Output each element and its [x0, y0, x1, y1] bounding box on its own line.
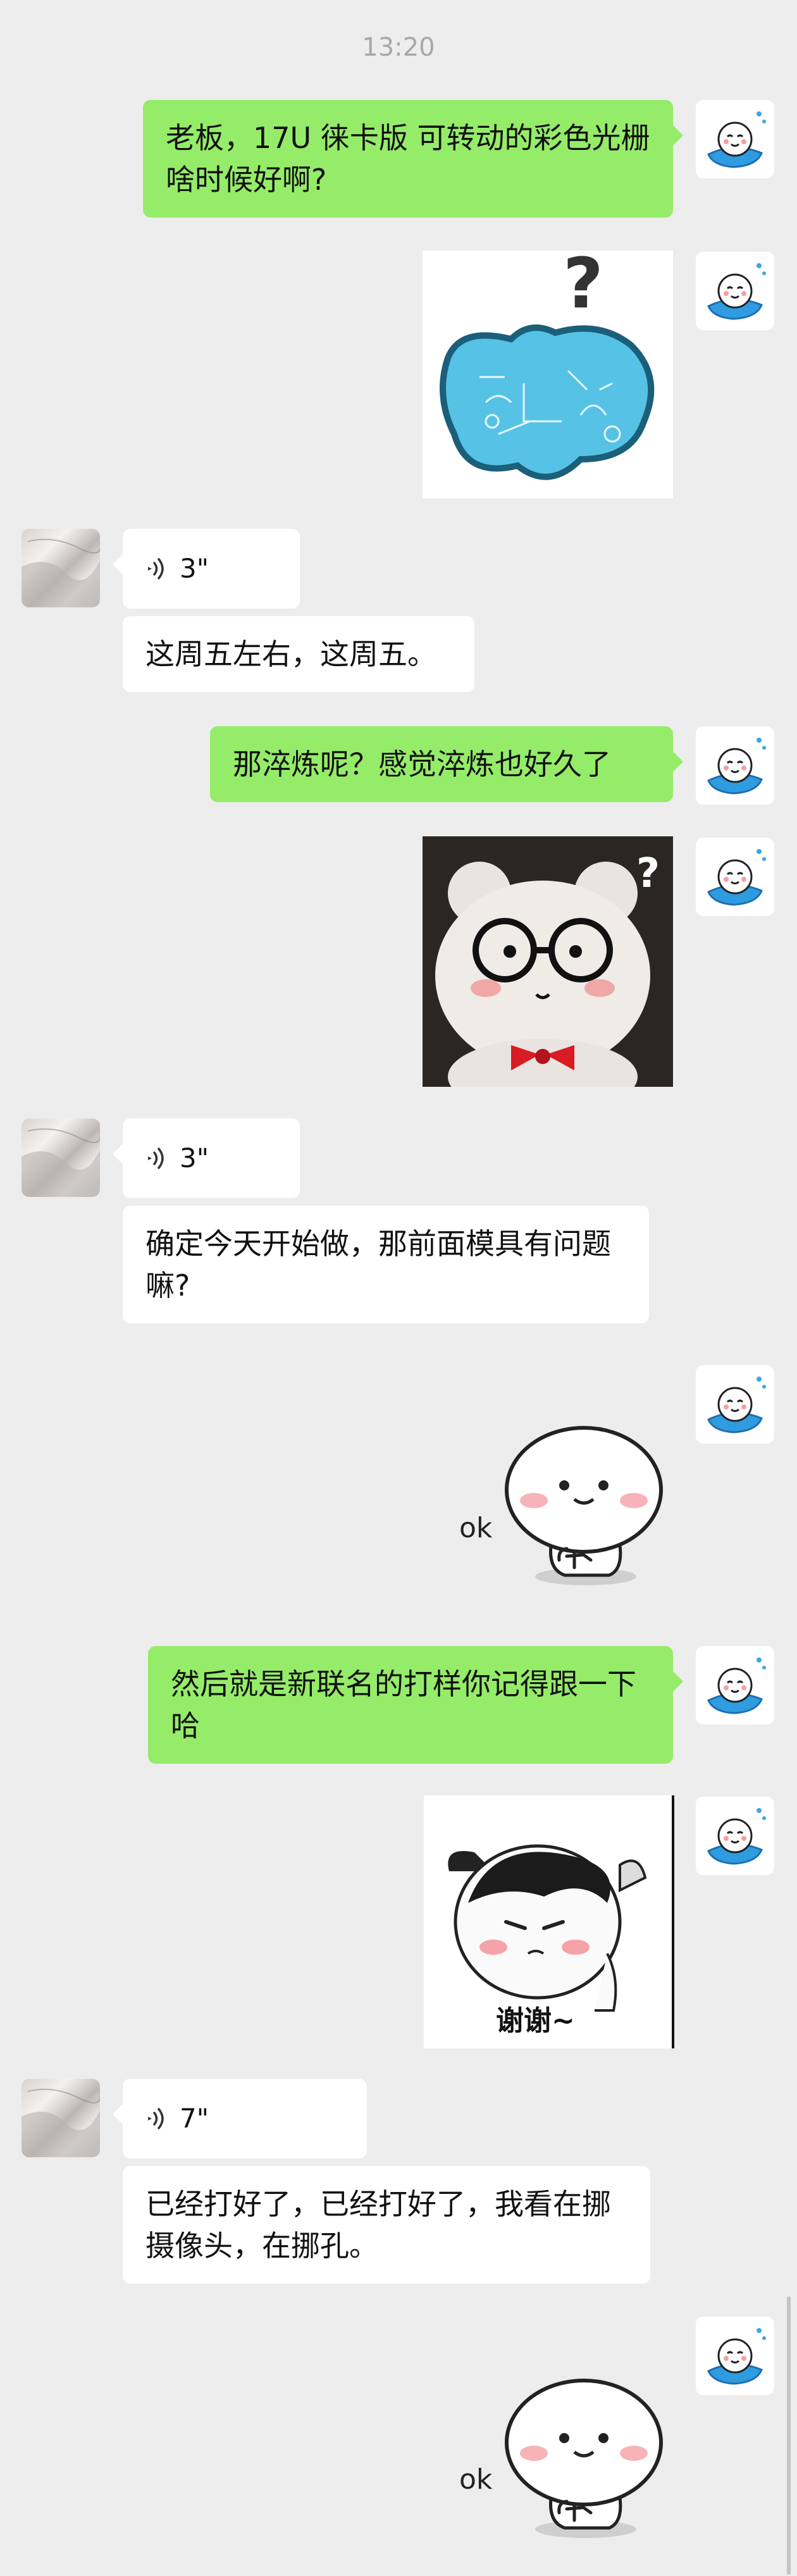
- voice-wave-icon: [148, 558, 164, 579]
- white-bear-glasses-sticker-icon: ?: [423, 836, 673, 1087]
- self-avatar[interactable]: [696, 100, 774, 178]
- self-avatar[interactable]: [696, 726, 774, 805]
- self-avatar[interactable]: [696, 1646, 774, 1725]
- self-avatar[interactable]: [696, 252, 774, 330]
- cartoon-avatar-icon: [696, 100, 774, 178]
- cartoon-avatar-icon: [696, 2317, 774, 2395]
- contact-avatar[interactable]: [22, 1118, 100, 1197]
- voice-duration: 7": [180, 2103, 209, 2134]
- cartoon-avatar-icon: [696, 838, 774, 916]
- message-text: 确定今天开始做，那前面模具有问题嘛?: [145, 1227, 611, 1303]
- message-bubble[interactable]: 这周五左右，这周五。: [123, 616, 474, 692]
- confused-apple-sticker-icon: ?: [423, 251, 673, 498]
- message-text: 然后就是新联名的打样你记得跟一下哈: [171, 1667, 636, 1743]
- cartoon-avatar-icon: [696, 1646, 774, 1725]
- self-avatar[interactable]: [696, 1365, 774, 1444]
- self-avatar[interactable]: [696, 838, 774, 916]
- cartoon-avatar-icon: [696, 1365, 774, 1444]
- contact-avatar[interactable]: [22, 529, 100, 607]
- message-bubble[interactable]: 老板，17U 徕卡版 可转动的彩色光栅啥时候好啊?: [143, 100, 683, 218]
- message-text: 已经打好了，已经打好了，我看在挪摄像头，在挪孔。: [145, 2187, 611, 2263]
- sticker-caption: ok: [459, 1512, 493, 1544]
- ok-dumpling-sticker-icon: [505, 1426, 663, 1585]
- cartoon-avatar-icon: [696, 1797, 774, 1875]
- sticker-ok[interactable]: ok: [448, 2357, 673, 2547]
- message-bubble[interactable]: 然后就是新联名的打样你记得跟一下哈: [148, 1646, 683, 1764]
- message-bubble[interactable]: 确定今天开始做，那前面模具有问题嘛?: [123, 1206, 649, 1323]
- sticker-ok[interactable]: ok: [448, 1404, 673, 1594]
- message-text: 那淬炼呢？感觉淬炼也好久了: [233, 747, 611, 781]
- voice-wave-icon: [148, 1148, 164, 1169]
- message-bubble[interactable]: 那淬炼呢？感觉淬炼也好久了: [210, 726, 683, 802]
- contact-avatar[interactable]: [22, 2079, 100, 2157]
- ok-dumpling-sticker-icon: [505, 2379, 663, 2538]
- voice-message[interactable]: 7": [113, 2079, 367, 2158]
- sticker-caption: 谢谢~: [496, 2005, 575, 2037]
- message-text: 这周五左右，这周五。: [145, 637, 436, 671]
- voice-duration: 3": [180, 1142, 209, 1173]
- sticker-cow-thanks[interactable]: 谢谢~: [424, 1795, 674, 2048]
- sticker-caption: ok: [459, 2463, 493, 2496]
- self-avatar[interactable]: [696, 2317, 774, 2395]
- sticker-thinking-apple[interactable]: ?: [423, 251, 673, 498]
- sticker-bear-glasses[interactable]: ?: [423, 836, 673, 1087]
- gray-texture-avatar-icon: [22, 538, 100, 607]
- scrollbar[interactable]: [787, 2296, 791, 2575]
- self-avatar[interactable]: [696, 1797, 774, 1875]
- message-text: 老板，17U 徕卡版 可转动的彩色光栅啥时候好啊?: [166, 121, 650, 197]
- cartoon-avatar-icon: [696, 726, 774, 805]
- voice-wave-icon: [148, 2108, 164, 2129]
- gray-texture-avatar-icon: [22, 2088, 100, 2157]
- svg-text:?: ?: [563, 251, 603, 324]
- voice-message[interactable]: 3": [113, 529, 300, 609]
- cartoon-avatar-icon: [696, 252, 774, 330]
- voice-duration: 3": [180, 553, 209, 584]
- gray-texture-avatar-icon: [22, 1128, 100, 1197]
- timestamp: 13:20: [362, 33, 435, 62]
- message-bubble[interactable]: 已经打好了，已经打好了，我看在挪摄像头，在挪孔。: [123, 2166, 650, 2284]
- svg-text:?: ?: [636, 850, 660, 897]
- voice-message[interactable]: 3": [113, 1118, 300, 1198]
